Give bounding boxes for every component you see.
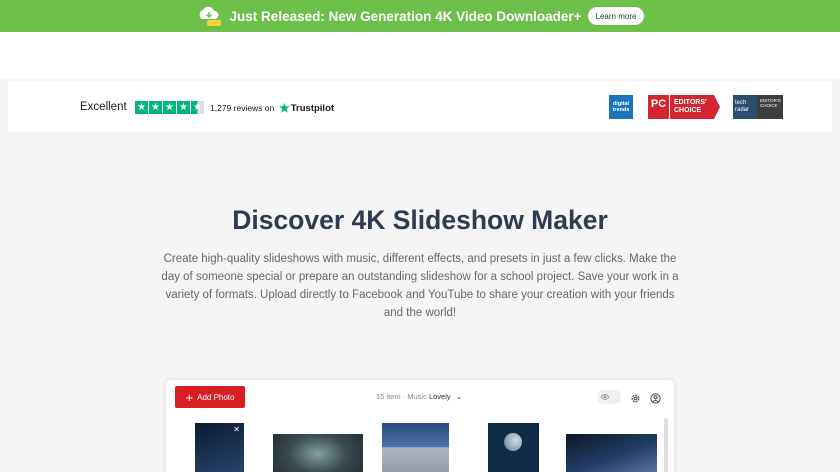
scrollbar[interactable]: [664, 418, 668, 472]
learn-more-button[interactable]: Learn more: [587, 7, 645, 25]
moon-image: [504, 433, 522, 451]
add-photo-button[interactable]: + Add Photo: [175, 386, 245, 408]
techradar-logo: tech radar: [733, 95, 757, 119]
star-icon: ★: [163, 101, 176, 114]
pcmag-ribbon: EDITORS' CHOICE: [670, 95, 720, 119]
promo-text: Just Released: New Generation 4K Video D…: [229, 8, 582, 24]
photo-thumbnail[interactable]: [382, 423, 449, 472]
star-icon: ★: [135, 101, 148, 114]
pcmag-logo: PC: [648, 95, 669, 119]
item-count: 15 item · Music: [376, 392, 427, 401]
photo-thumbnail[interactable]: ✕: [195, 423, 244, 472]
star-icon: ★: [177, 101, 190, 114]
pcmag-editors-choice-award: PC EDITORS' CHOICE: [648, 95, 720, 119]
app-preview-window: + Add Photo 15 item · Music Lovely ⌄ ✕: [166, 380, 674, 472]
half-star-icon: ★: [191, 101, 204, 114]
chevron-down-icon[interactable]: ⌄: [456, 392, 462, 401]
trustpilot-star-icon: ★: [279, 101, 290, 115]
trustpilot-rating-label: Excellent: [80, 101, 127, 113]
page-title: Discover 4K Slideshow Maker: [232, 205, 608, 235]
trustpilot-stars: ★ ★ ★ ★ ★: [135, 101, 204, 114]
plus-icon: +: [185, 389, 194, 405]
eye-icon: [600, 394, 610, 400]
techradar-award: tech radar EDITOR'S CHOICE: [733, 95, 783, 119]
preview-toggle[interactable]: [597, 390, 621, 404]
promo-banner[interactable]: Just Released: New Generation 4K Video D…: [0, 0, 840, 32]
photo-thumbnail[interactable]: [566, 434, 657, 472]
trustpilot-review-count[interactable]: 1,279 reviews on: [210, 103, 274, 113]
close-icon[interactable]: ✕: [233, 425, 240, 434]
top-spacer: [0, 32, 840, 78]
trustpilot-brand: Trustpilot: [290, 102, 335, 114]
photo-thumbnail[interactable]: [273, 434, 363, 472]
page-description: Create high-quality slideshows with musi…: [161, 253, 679, 319]
music-value: Lovely: [428, 392, 451, 401]
trustpilot-logo[interactable]: ★ Trustpilot: [279, 101, 334, 115]
music-selector[interactable]: 15 item · Music Lovely ⌄: [376, 392, 462, 401]
add-photo-label: Add Photo: [197, 392, 235, 402]
digital-trends-award: digital trends: [609, 95, 633, 119]
photo-thumbnail[interactable]: [488, 423, 539, 472]
trust-bar: Excellent ★ ★ ★ ★ ★ 1,279 reviews on ★ T…: [8, 82, 832, 132]
cloud-download-new-icon: [196, 5, 222, 27]
digital-trends-label: digital trends: [612, 101, 630, 113]
techradar-choice: EDITOR'S CHOICE: [757, 95, 783, 119]
account-icon[interactable]: [650, 391, 661, 409]
gear-icon[interactable]: [630, 391, 641, 409]
star-icon: ★: [149, 101, 162, 114]
